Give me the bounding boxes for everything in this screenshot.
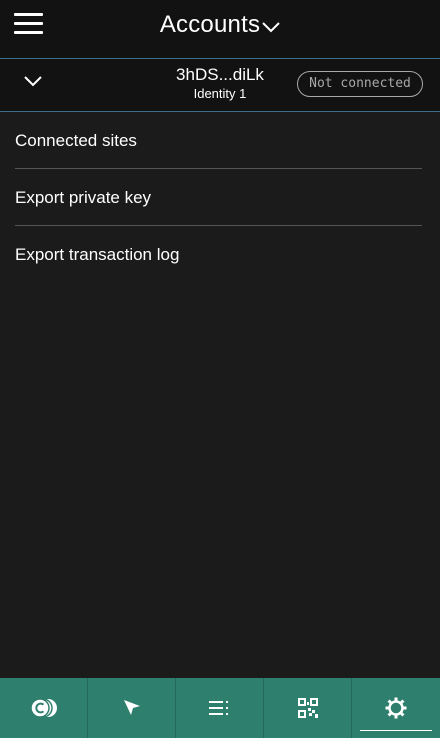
- connection-status-badge[interactable]: Not connected: [297, 71, 423, 97]
- nav-tab-settings[interactable]: [352, 678, 440, 738]
- page-title: Accounts: [159, 11, 261, 38]
- app-root: Accounts 3hDS...diLk Identity 1 Not conn…: [0, 0, 440, 738]
- active-tab-indicator: [360, 730, 432, 731]
- bottom-navigation: [0, 678, 440, 738]
- menu-item-connected-sites[interactable]: Connected sites: [15, 112, 422, 169]
- settings-menu: Connected sites Export private key Expor…: [0, 112, 440, 283]
- account-selector: 3hDS...diLk Identity 1 Not connected: [0, 58, 440, 112]
- nav-tab-send[interactable]: [88, 678, 176, 738]
- gear-icon: [385, 697, 407, 719]
- top-bar: Accounts: [0, 0, 440, 58]
- menu-item-export-transaction-log[interactable]: Export transaction log: [15, 226, 422, 283]
- nav-tab-transactions[interactable]: [176, 678, 264, 738]
- send-arrow-icon: [123, 700, 140, 715]
- qr-code-icon: [297, 698, 318, 718]
- nav-tab-tokens[interactable]: [0, 678, 88, 738]
- transactions-list-icon: [208, 701, 228, 715]
- chevron-down-icon: [262, 21, 280, 32]
- accounts-dropdown[interactable]: Accounts: [0, 10, 440, 40]
- coins-icon: [29, 698, 57, 718]
- menu-item-export-private-key[interactable]: Export private key: [15, 169, 422, 226]
- nav-tab-receive[interactable]: [264, 678, 352, 738]
